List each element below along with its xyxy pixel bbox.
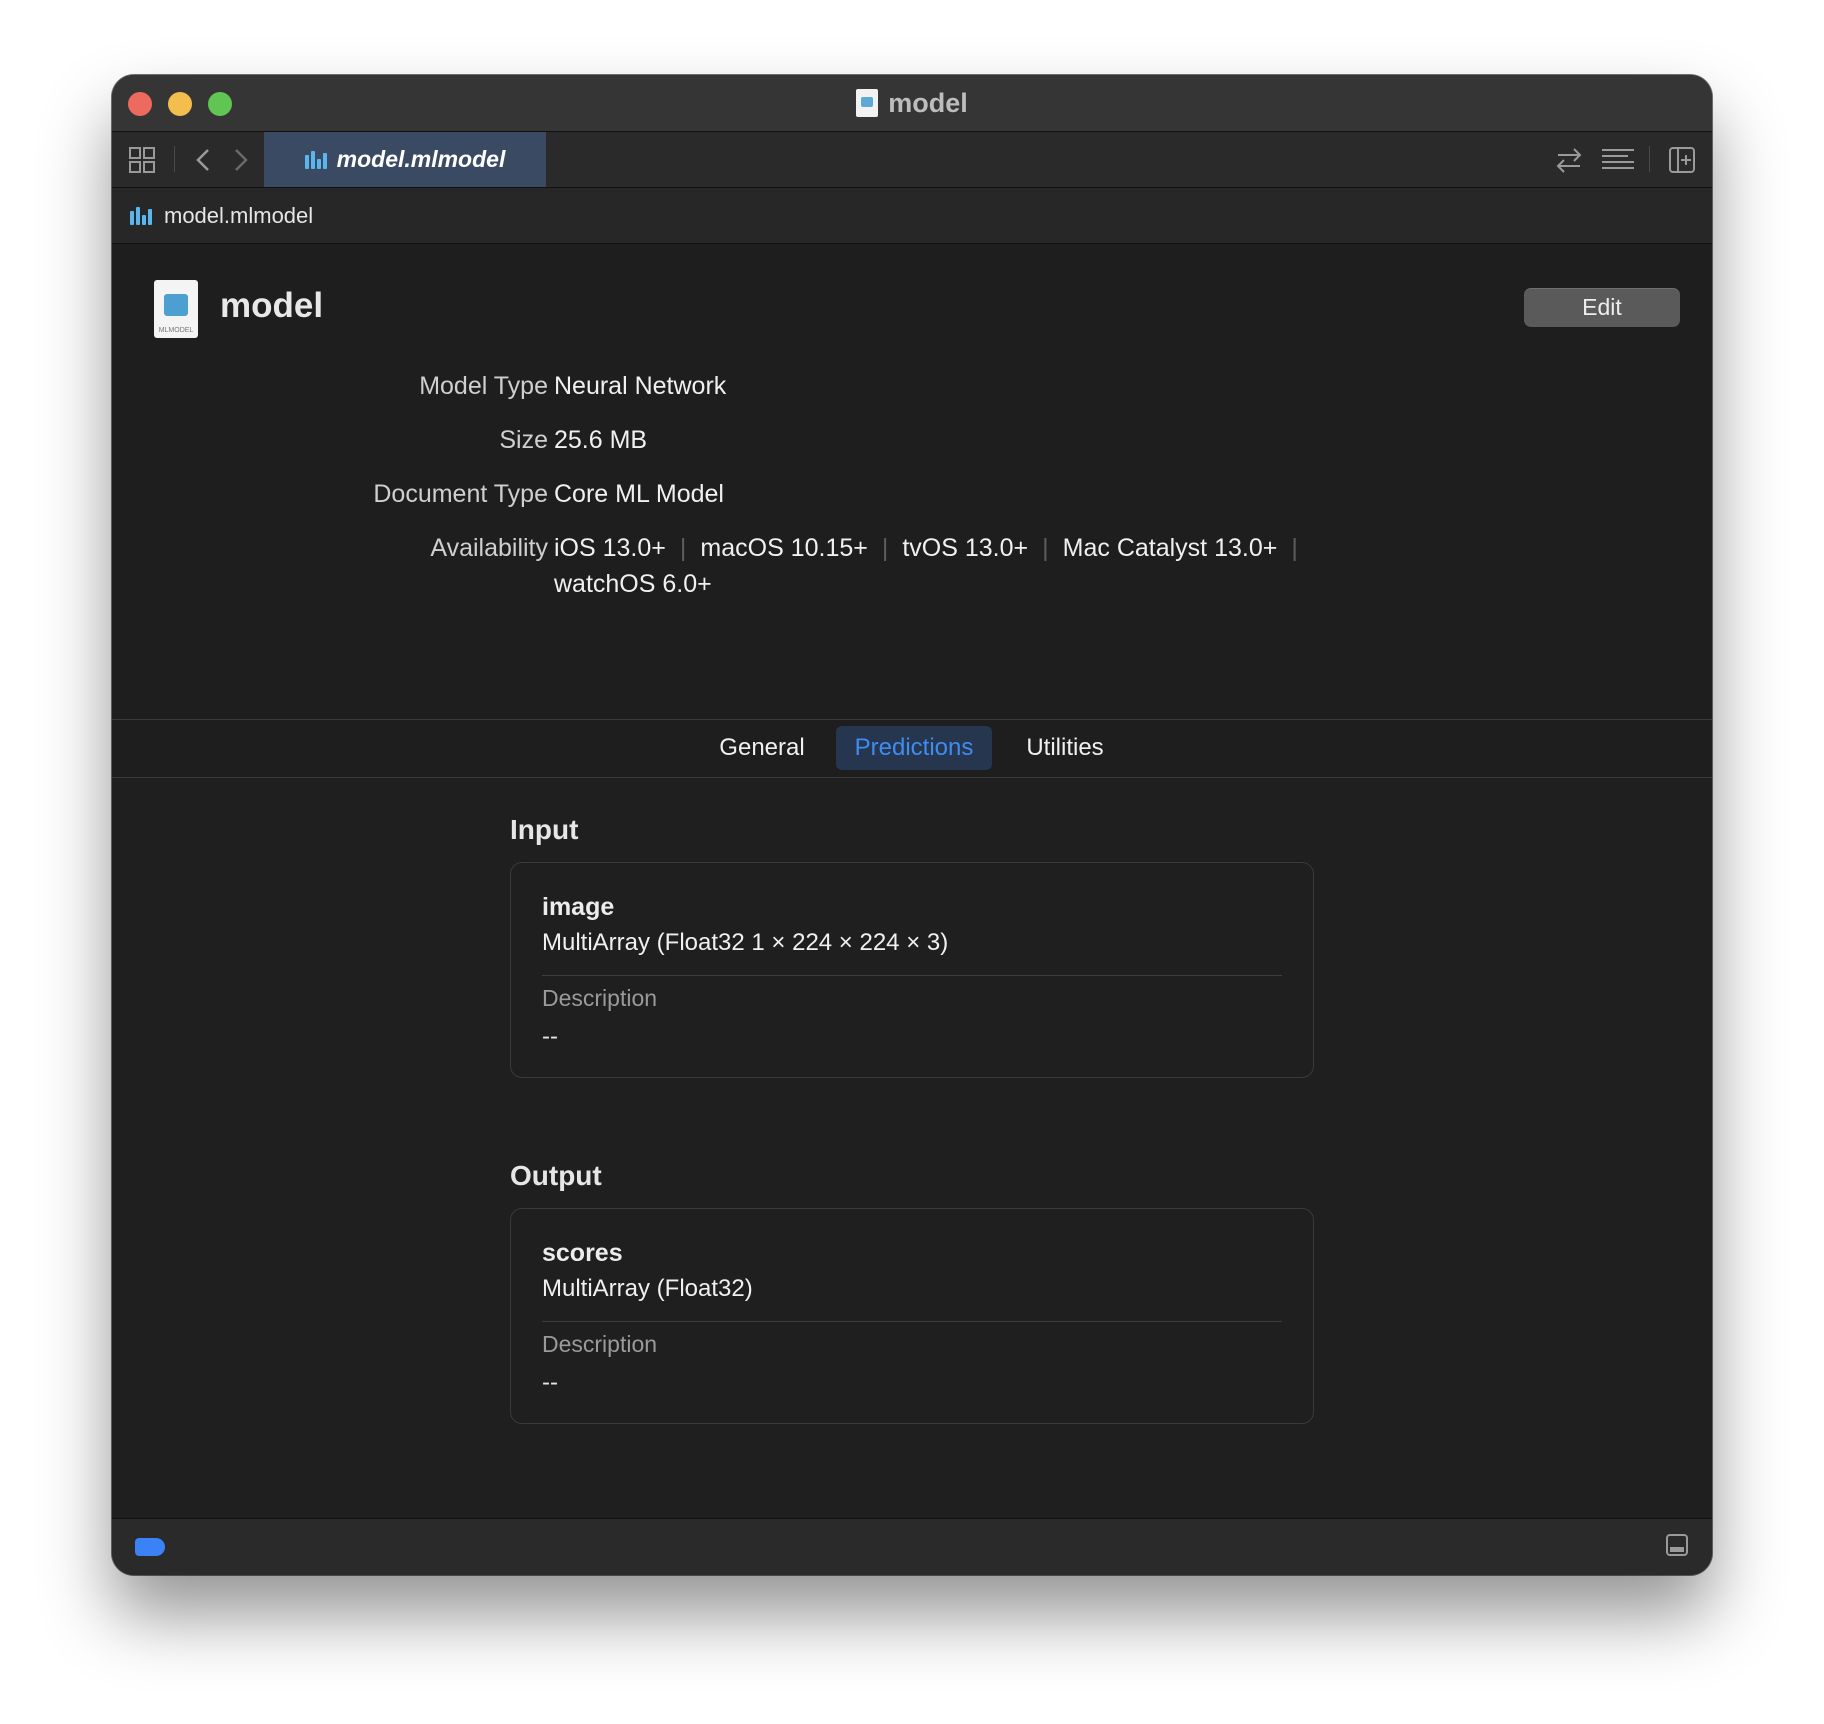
window-title: model <box>888 87 968 118</box>
platform-separator: | <box>679 534 687 562</box>
editor-tab-bar: model.mlmodel <box>112 132 1712 188</box>
property-value: Neural Network <box>554 372 727 400</box>
output-section-title: Output <box>510 1160 602 1191</box>
description-value: -- <box>542 1369 558 1396</box>
platform-separator: | <box>1291 534 1298 562</box>
input-section-title: Input <box>510 814 579 845</box>
tab-predictions[interactable]: Predictions <box>836 726 992 770</box>
description-label: Description <box>542 1331 658 1357</box>
description-label: Description <box>542 985 658 1011</box>
property-label: Availability <box>430 534 548 562</box>
property-value: Core ML Model <box>554 480 724 508</box>
predictions-panel: Input image MultiArray (Float32 1 × 224 … <box>112 778 1712 1518</box>
grid-icon[interactable] <box>128 146 156 174</box>
feature-name: scores <box>542 1239 623 1267</box>
availability-platforms: iOS 13.0+ | macOS 10.15+ | tvOS 13.0+ | … <box>554 534 1312 563</box>
status-bar <box>112 1518 1712 1575</box>
platform-separator: | <box>1042 534 1049 562</box>
mlmodel-file-icon: MLMODEL <box>154 280 198 338</box>
swap-arrows-icon[interactable] <box>1554 146 1584 174</box>
feature-name: image <box>542 893 615 921</box>
xcode-window: model model.mlmodel model.mlmodel MLMODE… <box>112 75 1712 1575</box>
property-value: 25.6 MB <box>554 426 648 454</box>
active-tab-label: model.mlmodel <box>336 146 506 172</box>
add-editor-icon[interactable] <box>1668 146 1696 174</box>
input-feature-card: image MultiArray (Float32 1 × 224 × 224 … <box>510 862 1314 1078</box>
chevron-right-icon[interactable] <box>228 147 252 173</box>
property-label: Document Type <box>373 480 548 508</box>
mlmodel-icon <box>304 150 327 169</box>
mlmodel-icon <box>130 206 152 225</box>
feature-type: MultiArray (Float32) <box>542 1275 753 1302</box>
platform-separator: | <box>881 534 889 562</box>
tab-utilities[interactable]: Utilities <box>1000 726 1130 770</box>
model-header: MLMODEL model Edit Model Type Neural Net… <box>112 244 1712 720</box>
mlmodel-document-icon <box>856 89 879 117</box>
platform-tvos: tvOS 13.0+ <box>902 534 1029 562</box>
breadcrumb-item-model[interactable]: model.mlmodel <box>164 203 313 229</box>
toolbar-separator <box>174 146 175 172</box>
debug-area-toggle-icon[interactable] <box>1666 1534 1688 1556</box>
status-badge-icon[interactable] <box>135 1538 165 1556</box>
output-feature-card: scores MultiArray (Float32) Description … <box>510 1208 1314 1424</box>
model-title: model <box>220 286 324 325</box>
property-label: Model Type <box>419 372 548 400</box>
window-title-area: model <box>112 75 1712 131</box>
description-value: -- <box>542 1023 558 1050</box>
platform-watchos: watchOS 6.0+ <box>554 570 712 598</box>
platform-macos: macOS 10.15+ <box>700 534 868 562</box>
availability-platforms-line2: watchOS 6.0+ <box>554 570 712 599</box>
platform-ios: iOS 13.0+ <box>554 534 666 562</box>
tab-model-mlmodel[interactable]: model.mlmodel <box>264 132 546 187</box>
property-label: Size <box>499 426 548 454</box>
lines-icon[interactable] <box>1600 146 1636 174</box>
platform-mac-catalyst: Mac Catalyst 13.0+ <box>1062 534 1278 562</box>
chevron-left-icon[interactable] <box>192 147 216 173</box>
card-divider <box>542 1321 1282 1322</box>
feature-type: MultiArray (Float32 1 × 224 × 224 × 3) <box>542 929 949 956</box>
tab-general[interactable]: General <box>697 726 827 770</box>
card-divider <box>542 975 1282 976</box>
title-bar: model <box>112 75 1712 132</box>
breadcrumb: model.mlmodel <box>112 188 1712 244</box>
toolbar-separator <box>1649 146 1650 172</box>
edit-button[interactable]: Edit <box>1524 288 1680 327</box>
model-tabs: General Predictions Utilities <box>112 720 1712 778</box>
